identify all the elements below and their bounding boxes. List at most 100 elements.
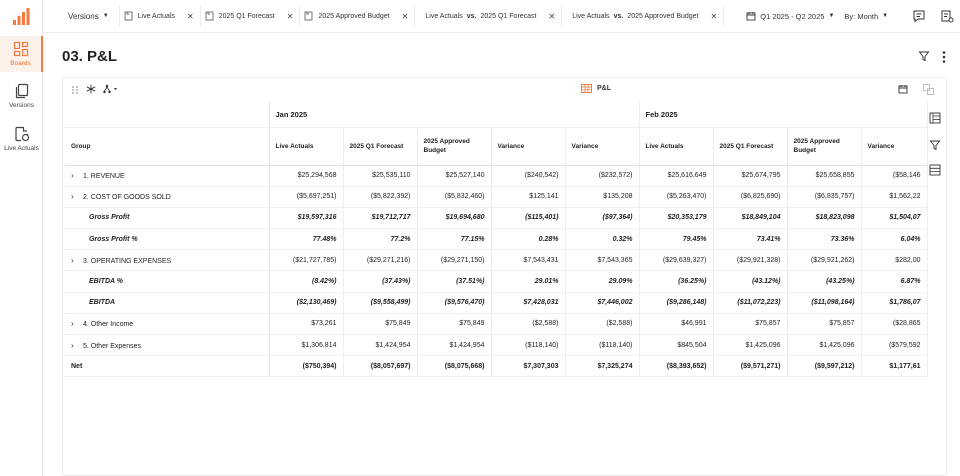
calendar-icon[interactable] xyxy=(898,84,908,94)
row-label-cell[interactable]: › 5. Other Expenses xyxy=(65,334,270,357)
table-cell[interactable]: ($5,832,460) xyxy=(417,186,492,208)
table-cell[interactable]: ($29,921,328) xyxy=(713,249,788,272)
table-cell[interactable]: ($29,921,262) xyxy=(787,249,862,272)
drag-handle-icon[interactable] xyxy=(71,85,79,95)
table-cell[interactable]: $7,325,274 xyxy=(565,355,640,378)
table-cell[interactable]: ($6,825,690) xyxy=(713,186,788,208)
comparison-chip-actuals-vs-forecast[interactable]: Live Actuals vs. 2025 Q1 Forecast ✕ xyxy=(415,6,563,26)
chevron-right-icon[interactable]: › xyxy=(71,192,83,201)
table-cell[interactable]: $845,504 xyxy=(639,334,714,357)
table-cell[interactable]: $75,857 xyxy=(713,313,788,336)
table-row[interactable]: › 3. OPERATING EXPENSES ($21,727,785) ($29,… xyxy=(65,249,928,272)
table-cell[interactable]: ($2,588) xyxy=(491,313,566,336)
table-cell[interactable]: 77.48% xyxy=(269,228,344,251)
table-cell[interactable]: $75,857 xyxy=(787,313,862,336)
table-cell[interactable]: ($5,697,251) xyxy=(269,186,344,208)
table-cell[interactable]: 29.09% xyxy=(565,270,640,293)
row-label-cell[interactable]: › 4. Other Income xyxy=(65,313,270,336)
filter-icon[interactable] xyxy=(918,50,930,62)
table-cell[interactable]: ($21,727,785) xyxy=(269,249,344,272)
column-header[interactable]: 2025 Q1 Forecast xyxy=(713,127,788,166)
table-cell[interactable]: 0.32% xyxy=(565,228,640,251)
row-label-cell[interactable]: › 2. COST OF GOODS SOLD xyxy=(65,186,270,208)
table-row[interactable]: › 1. REVENUE $25,294,568 $25,535,110 $25,527… xyxy=(65,165,928,187)
table-cell[interactable]: ($8,075,668) xyxy=(417,355,492,378)
table-cell[interactable]: ($115,401) xyxy=(491,207,566,230)
table-cell[interactable]: $7,543,365 xyxy=(565,249,640,272)
table-row[interactable]: EBITDA % (8.42%) (37.43%) (37.51%) 29.01% 29.… xyxy=(65,270,928,293)
sidebar-item-live-actuals[interactable]: Live Actuals xyxy=(0,126,43,152)
table-cell[interactable]: $1,424,954 xyxy=(417,334,492,357)
table-cell[interactable]: $19,712,717 xyxy=(343,207,418,230)
table-cell[interactable]: ($58,146 xyxy=(861,165,928,187)
chevron-right-icon[interactable]: › xyxy=(71,171,83,180)
table-cell[interactable]: $135,208 xyxy=(565,186,640,208)
table-cell[interactable]: $25,535,110 xyxy=(343,165,418,187)
table-cell[interactable]: $73,261 xyxy=(269,313,344,336)
table-cell[interactable]: $25,294,568 xyxy=(269,165,344,187)
table-cell[interactable]: ($118,140) xyxy=(491,334,566,357)
table-cell[interactable]: 73.41% xyxy=(713,228,788,251)
column-header[interactable]: 2025 Q1 Forecast xyxy=(343,127,418,166)
report-settings-icon[interactable] xyxy=(940,9,954,23)
table-cell[interactable]: $1,504,07 xyxy=(861,207,928,230)
table-cell[interactable]: 29.01% xyxy=(491,270,566,293)
close-icon[interactable]: ✕ xyxy=(187,12,194,21)
layout-icon[interactable] xyxy=(929,112,941,124)
comment-icon[interactable] xyxy=(912,9,926,23)
table-cell[interactable]: ($9,558,499) xyxy=(343,292,418,314)
row-label-cell[interactable]: › 3. OPERATING EXPENSES xyxy=(65,249,270,272)
close-icon[interactable]: ✕ xyxy=(287,12,294,21)
table-cell[interactable]: ($11,098,164) xyxy=(787,292,862,314)
table-cell[interactable]: ($750,394) xyxy=(269,355,344,378)
table-cell[interactable]: ($8,393,652) xyxy=(639,355,714,378)
close-icon[interactable]: ✕ xyxy=(402,12,409,21)
version-chip-2025-approved-budget[interactable]: 2025 Approved Budget ✕ xyxy=(300,6,416,26)
table-cell[interactable]: $125,141 xyxy=(491,186,566,208)
close-icon[interactable]: ✕ xyxy=(549,12,556,21)
table-cell[interactable]: ($29,271,150) xyxy=(417,249,492,272)
table-cell[interactable]: ($9,597,212) xyxy=(787,355,862,378)
more-vertical-icon[interactable] xyxy=(941,50,947,64)
column-header[interactable]: Live Actuals xyxy=(269,127,344,166)
table-cell[interactable]: ($232,572) xyxy=(565,165,640,187)
table-cell[interactable]: (36.25%) xyxy=(639,270,714,293)
column-header[interactable]: Live Actuals xyxy=(639,127,714,166)
table-cell[interactable]: $25,527,140 xyxy=(417,165,492,187)
column-header[interactable]: Variance xyxy=(861,127,928,166)
freeze-icon[interactable] xyxy=(86,84,96,94)
table-cell[interactable]: ($5,822,392) xyxy=(343,186,418,208)
table-cell[interactable]: ($9,576,470) xyxy=(417,292,492,314)
table-cell[interactable]: $7,543,431 xyxy=(491,249,566,272)
table-cell[interactable]: 73.36% xyxy=(787,228,862,251)
table-cell[interactable]: ($118,140) xyxy=(565,334,640,357)
table-cell[interactable]: $25,616,649 xyxy=(639,165,714,187)
version-chip-live-actuals[interactable]: Live Actuals ✕ xyxy=(118,6,201,26)
hierarchy-icon[interactable] xyxy=(103,84,119,94)
table-cell[interactable]: $1,562,22 xyxy=(861,186,928,208)
table-cell[interactable]: ($240,542) xyxy=(491,165,566,187)
table-cell[interactable]: 0.28% xyxy=(491,228,566,251)
comparison-chip-actuals-vs-budget[interactable]: Live Actuals vs. 2025 Approved Budget ✕ xyxy=(562,6,725,26)
table-row[interactable]: › 4. Other Income $73,261 $75,849 $75,849 ($2… xyxy=(65,313,928,336)
table-cell[interactable]: ($8,057,697) xyxy=(343,355,418,378)
table-cell[interactable]: $75,849 xyxy=(417,313,492,336)
table-cell[interactable]: $46,991 xyxy=(639,313,714,336)
table-cell[interactable]: $1,306,814 xyxy=(269,334,344,357)
table-cell[interactable]: ($579,592 xyxy=(861,334,928,357)
table-cell[interactable]: ($29,271,216) xyxy=(343,249,418,272)
table-cell[interactable]: $18,849,104 xyxy=(713,207,788,230)
table-cell[interactable]: ($6,835,757) xyxy=(787,186,862,208)
table-cell[interactable]: 6.04% xyxy=(861,228,928,251)
filter-icon[interactable] xyxy=(929,139,941,151)
table-cell[interactable]: ($97,364) xyxy=(565,207,640,230)
table-cell[interactable]: ($5,263,470) xyxy=(639,186,714,208)
column-header[interactable]: 2025 Approved Budget xyxy=(787,127,862,166)
table-row[interactable]: › 5. Other Expenses $1,306,814 $1,424,954 $1… xyxy=(65,334,928,357)
column-header[interactable]: Variance xyxy=(565,127,640,166)
granularity-dropdown[interactable]: By: Month ▼ xyxy=(844,12,888,21)
close-icon[interactable]: ✕ xyxy=(711,12,718,21)
table-cell[interactable]: $1,425,096 xyxy=(713,334,788,357)
table-cell[interactable]: $19,694,680 xyxy=(417,207,492,230)
table-cell[interactable]: $7,446,002 xyxy=(565,292,640,314)
